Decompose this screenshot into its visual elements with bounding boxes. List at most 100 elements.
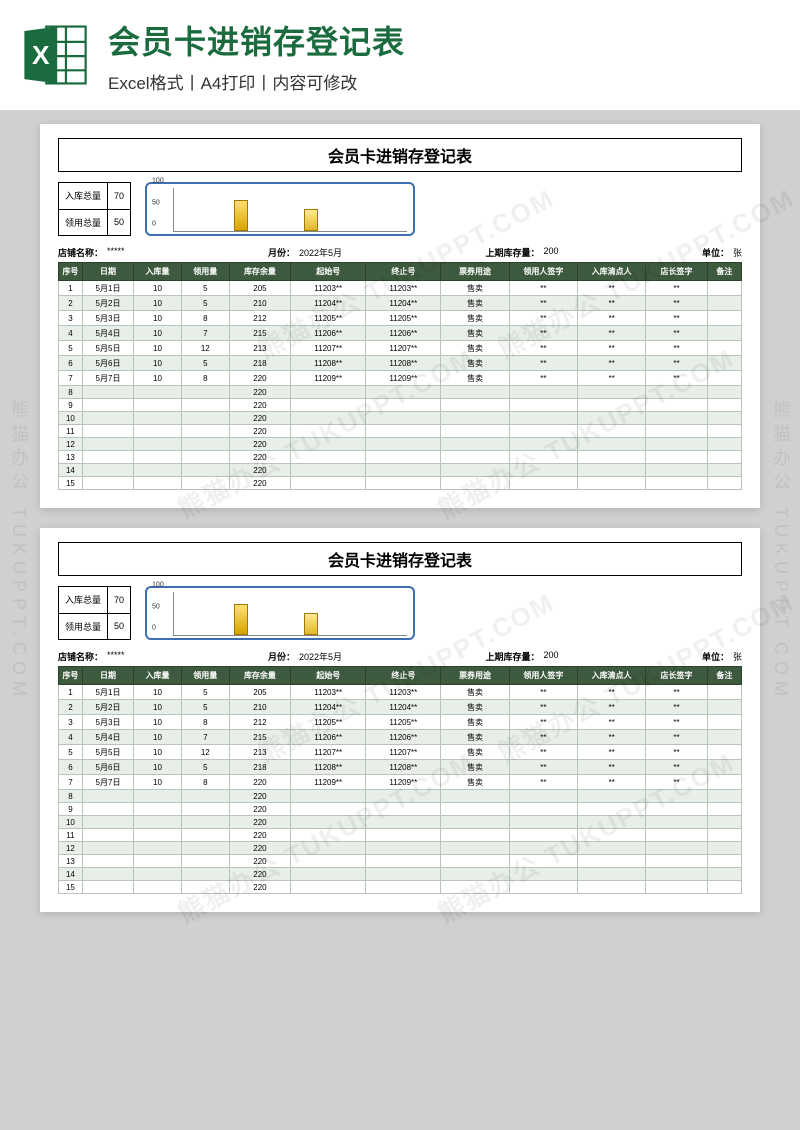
- cell: [82, 881, 133, 894]
- cell: [181, 816, 229, 829]
- cell: 5月5日: [82, 745, 133, 760]
- cell: [646, 464, 707, 477]
- month-label: 月份：: [268, 650, 295, 663]
- cell: [509, 803, 577, 816]
- cell: 14: [59, 868, 83, 881]
- month-value: 2022年5月: [299, 246, 342, 259]
- chart-bar: [234, 604, 248, 635]
- col-header: 店长签字: [646, 263, 707, 281]
- chart-ytick: 100: [152, 582, 164, 589]
- cell: [134, 829, 182, 842]
- table-row: 55月5日101221311207**11207**售卖******: [59, 745, 742, 760]
- cell: [82, 868, 133, 881]
- cell: 5月5日: [82, 341, 133, 356]
- cell: [509, 464, 577, 477]
- col-header: 库存余量: [229, 263, 290, 281]
- cell: [441, 412, 509, 425]
- cell: 售卖: [441, 281, 509, 296]
- cell: 11204**: [366, 700, 441, 715]
- cell: [509, 829, 577, 842]
- cell: [291, 803, 366, 816]
- cell: 售卖: [441, 685, 509, 700]
- cell: [441, 425, 509, 438]
- cell: **: [509, 296, 577, 311]
- cell: [646, 425, 707, 438]
- cell: [291, 816, 366, 829]
- col-header: 入库清点人: [578, 263, 646, 281]
- info-row: 店铺名称：*****月份：2022年5月上期库存量：200单位：张: [58, 650, 742, 663]
- cell: **: [578, 326, 646, 341]
- table-row: 55月5日101221311207**11207**售卖******: [59, 341, 742, 356]
- cell: 售卖: [441, 775, 509, 790]
- cell: 11206**: [291, 730, 366, 745]
- cell: 9: [59, 803, 83, 816]
- chart-bar: [234, 200, 248, 231]
- cell: 2: [59, 700, 83, 715]
- out-total-value: 50: [108, 209, 131, 236]
- cell: [82, 386, 133, 399]
- cell: [646, 790, 707, 803]
- cell: 13: [59, 451, 83, 464]
- summary-chart: 050100: [145, 182, 415, 236]
- cell: [707, 829, 741, 842]
- cell: **: [509, 700, 577, 715]
- cell: 售卖: [441, 356, 509, 371]
- cell: [366, 790, 441, 803]
- cell: [509, 816, 577, 829]
- cell: 售卖: [441, 371, 509, 386]
- cell: 9: [59, 399, 83, 412]
- cell: 5月4日: [82, 730, 133, 745]
- cell: 220: [229, 477, 290, 490]
- cell: [646, 855, 707, 868]
- cell: 4: [59, 326, 83, 341]
- cell: 220: [229, 775, 290, 790]
- cell: [707, 842, 741, 855]
- cell: 11204**: [291, 700, 366, 715]
- table-row: 14220: [59, 464, 742, 477]
- out-total-label: 领用总量: [59, 209, 108, 236]
- cell: 5月3日: [82, 311, 133, 326]
- cell: **: [509, 775, 577, 790]
- cell: 2: [59, 296, 83, 311]
- cell: **: [509, 341, 577, 356]
- cell: 5月6日: [82, 760, 133, 775]
- store-value: *****: [107, 650, 125, 663]
- cell: **: [578, 715, 646, 730]
- cell: 售卖: [441, 715, 509, 730]
- cell: [646, 386, 707, 399]
- prev-value: 200: [544, 246, 559, 259]
- cell: 11208**: [366, 356, 441, 371]
- table-row: 25月2日10521011204**11204**售卖******: [59, 296, 742, 311]
- cell: 售卖: [441, 730, 509, 745]
- prev-label: 上期库存量：: [485, 650, 539, 663]
- cell: 11206**: [366, 326, 441, 341]
- table-row: 12220: [59, 842, 742, 855]
- cell: [82, 451, 133, 464]
- cell: [366, 868, 441, 881]
- cell: [707, 438, 741, 451]
- chart-ytick: 0: [152, 625, 156, 632]
- svg-text:X: X: [32, 40, 50, 70]
- cell: [82, 477, 133, 490]
- cell: **: [578, 356, 646, 371]
- sheet-preview-1: 会员卡进销存登记表入库总量70领用总量50050100店铺名称：*****月份：…: [40, 124, 760, 508]
- totals-table: 入库总量70领用总量50: [58, 586, 131, 640]
- cell: [707, 399, 741, 412]
- cell: 3: [59, 311, 83, 326]
- cell: [578, 386, 646, 399]
- cell: 11207**: [366, 341, 441, 356]
- cell: 11205**: [366, 311, 441, 326]
- cell: [366, 477, 441, 490]
- cell: **: [646, 715, 707, 730]
- in-total-value: 70: [108, 183, 131, 210]
- cell: 10: [134, 341, 182, 356]
- cell: 220: [229, 816, 290, 829]
- info-row: 店铺名称：*****月份：2022年5月上期库存量：200单位：张: [58, 246, 742, 259]
- table-row: 45月4日10721511206**11206**售卖******: [59, 326, 742, 341]
- sheet-title: 会员卡进销存登记表: [58, 138, 742, 172]
- cell: [366, 399, 441, 412]
- table-row: 12220: [59, 438, 742, 451]
- cell: [291, 425, 366, 438]
- cell: [646, 816, 707, 829]
- cell: **: [509, 760, 577, 775]
